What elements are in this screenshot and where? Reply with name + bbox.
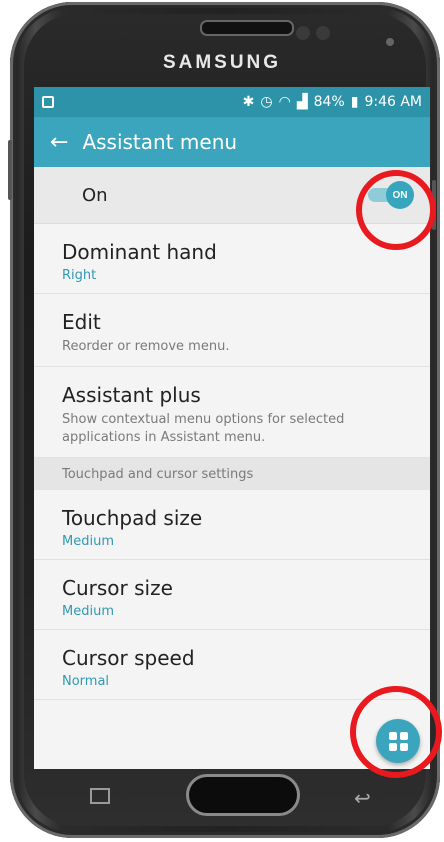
setting-assistant-plus[interactable]: Assistant plus Show contextual menu opti… bbox=[34, 367, 430, 458]
proximity-sensor bbox=[316, 26, 330, 40]
app-toolbar: ← Assistant menu bbox=[34, 117, 430, 167]
gallery-notification-icon bbox=[42, 96, 54, 108]
setting-description: Reorder or remove menu. bbox=[62, 339, 230, 354]
setting-title: Assistant plus bbox=[62, 383, 201, 407]
setting-value: Medium bbox=[62, 604, 114, 619]
light-sensor bbox=[386, 38, 394, 46]
battery-icon: ▮ bbox=[350, 94, 359, 110]
page-title: Assistant menu bbox=[82, 130, 238, 154]
section-header: Touchpad and cursor settings bbox=[34, 458, 430, 490]
signal-icon: ▟ bbox=[296, 94, 308, 110]
alarm-icon: ◷ bbox=[260, 94, 273, 110]
brand-logo: SAMSUNG bbox=[162, 52, 282, 73]
front-camera bbox=[296, 26, 310, 40]
setting-title: Dominant hand bbox=[62, 240, 217, 264]
back-key-icon[interactable]: ↩ bbox=[354, 786, 371, 810]
setting-edit[interactable]: Edit Reorder or remove menu. bbox=[34, 294, 430, 367]
recent-apps-key[interactable] bbox=[90, 788, 110, 804]
setting-title: Cursor size bbox=[62, 576, 173, 600]
highlight-ring-toggle bbox=[356, 170, 436, 250]
setting-title: Cursor speed bbox=[62, 646, 195, 670]
status-bar: ✱ ◷ ◠ ▟ 84% ▮ 9:46 AM bbox=[34, 87, 430, 117]
setting-touchpad-size[interactable]: Touchpad size Medium bbox=[34, 490, 430, 560]
earpiece-speaker bbox=[200, 20, 294, 36]
highlight-ring-fab bbox=[350, 686, 442, 778]
clock: 9:46 AM bbox=[364, 94, 422, 110]
home-button[interactable] bbox=[186, 774, 300, 816]
setting-cursor-speed[interactable]: Cursor speed Normal bbox=[34, 630, 430, 700]
master-switch-label: On bbox=[82, 184, 108, 206]
setting-value: Normal bbox=[62, 674, 110, 689]
setting-title: Touchpad size bbox=[62, 506, 203, 530]
battery-percent: 84% bbox=[313, 94, 345, 110]
setting-value: Right bbox=[62, 268, 97, 283]
setting-title: Edit bbox=[62, 310, 101, 334]
wifi-icon: ◠ bbox=[278, 94, 291, 110]
back-arrow-icon[interactable]: ← bbox=[50, 130, 68, 155]
bluetooth-icon: ✱ bbox=[242, 94, 255, 110]
setting-value: Medium bbox=[62, 534, 114, 549]
setting-cursor-size[interactable]: Cursor size Medium bbox=[34, 560, 430, 630]
setting-description: Show contextual menu options for selecte… bbox=[62, 412, 345, 445]
volume-button bbox=[8, 140, 12, 200]
status-icons: ✱ ◷ ◠ ▟ 84% ▮ 9:46 AM bbox=[243, 94, 422, 110]
